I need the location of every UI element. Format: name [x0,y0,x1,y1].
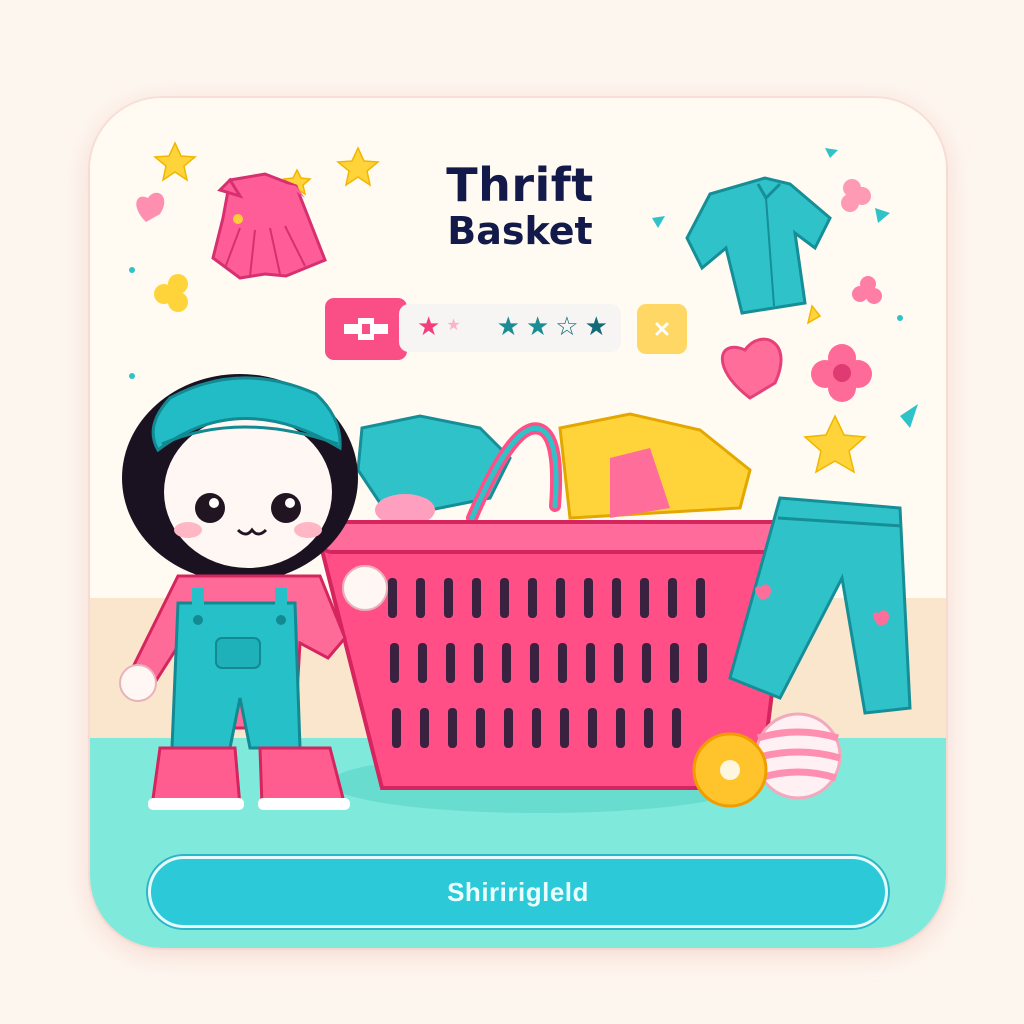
rating-bar: ★ ★ ★ ★ ☆ ★ [325,298,695,360]
star-rating[interactable]: ★ ★ ★ ★ ☆ ★ [417,312,608,340]
character-icon [119,374,388,810]
star-icon[interactable]: ★ [497,312,520,340]
title-line-2: Basket [447,208,593,253]
dress-icon [211,172,327,280]
star-icon[interactable]: ★ [526,312,549,340]
star-icon[interactable]: ★ [417,312,440,340]
star-icon[interactable]: ★ [446,312,460,340]
puzzle-cross-icon[interactable] [325,298,407,360]
star-icon[interactable]: ★ [585,312,608,340]
shirt-icon [685,176,832,315]
shop-button[interactable]: Shiririgleld [148,856,888,928]
app-title: Thrift Basket [390,160,650,252]
title-line-1: Thrift [446,158,594,212]
close-icon[interactable] [637,304,687,354]
star-icon[interactable]: ☆ [555,312,578,340]
app-card: Thrift Basket ★ ★ ★ ★ ☆ ★ Shiririgleld [90,98,946,948]
